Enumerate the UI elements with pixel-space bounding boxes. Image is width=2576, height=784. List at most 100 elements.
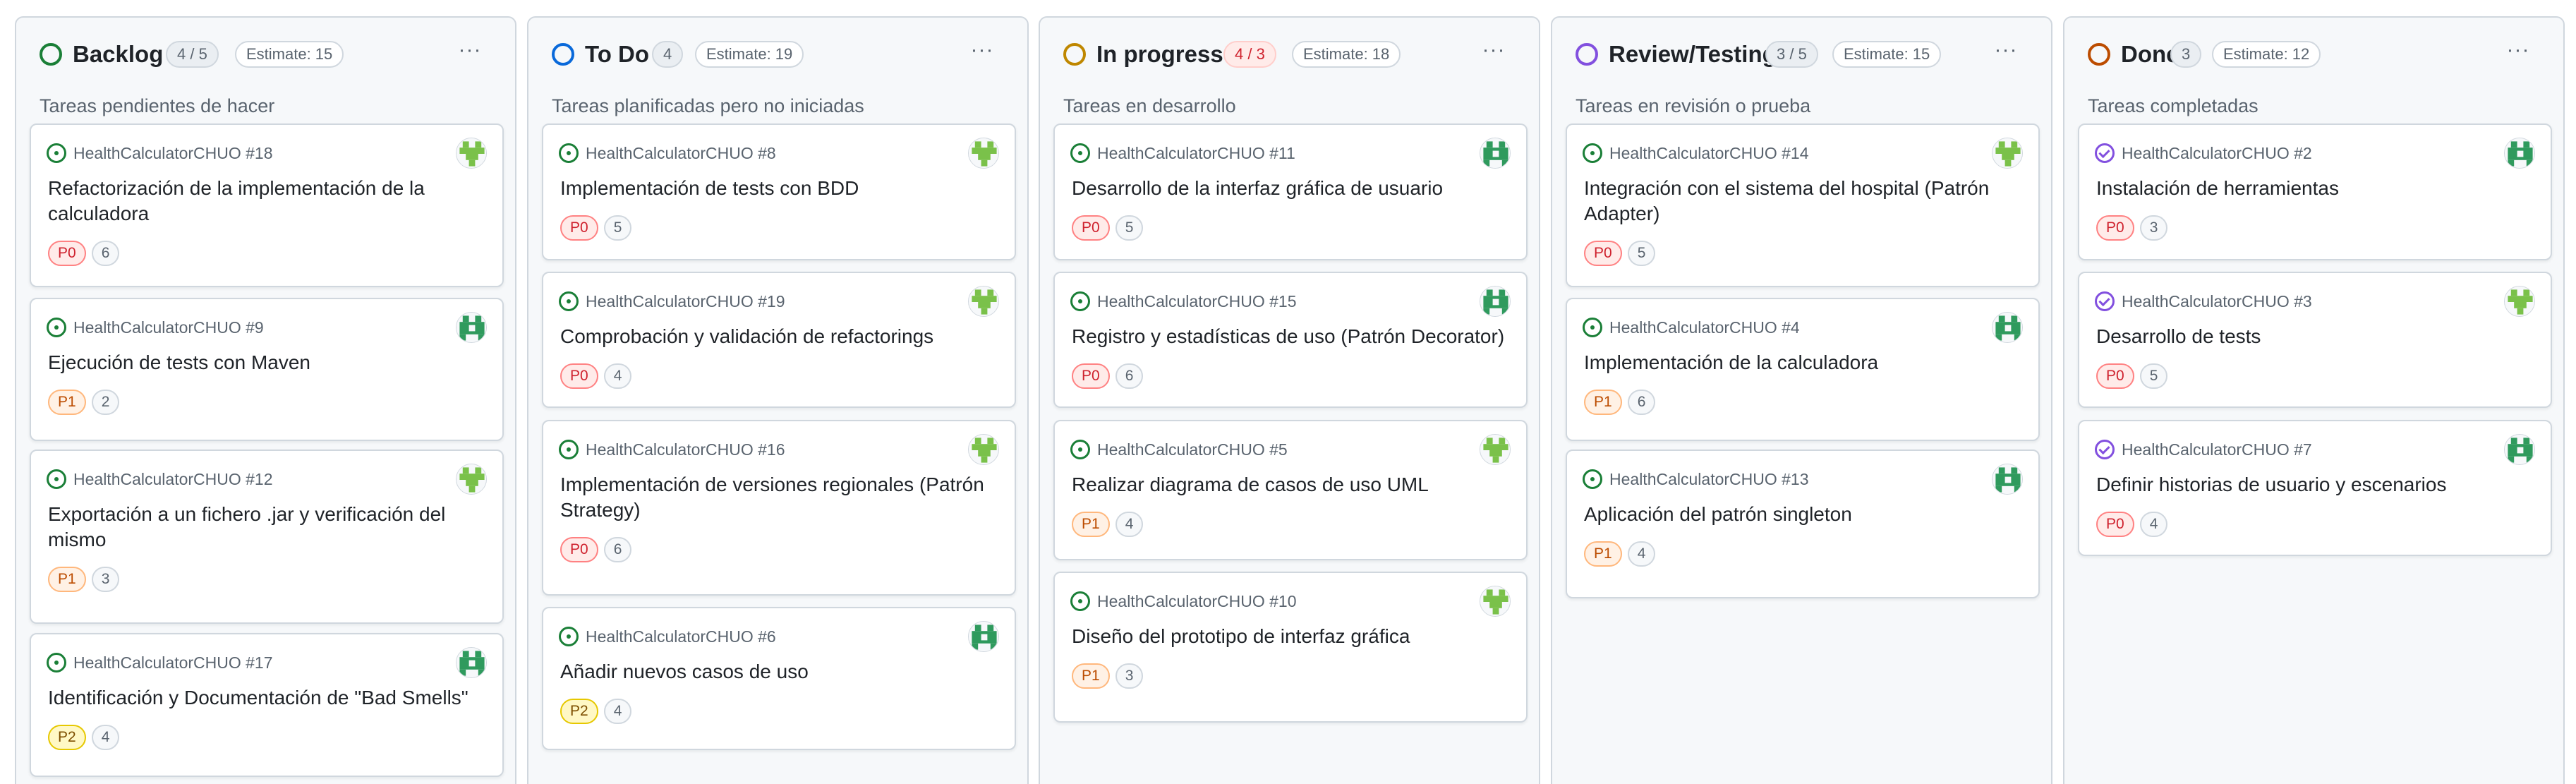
issue-title[interactable]: Desarrollo de la interfaz gráfica de usu… bbox=[1072, 176, 1509, 201]
issue-title[interactable]: Integración con el sistema del hospital … bbox=[1584, 176, 2021, 227]
issue-reference[interactable]: HealthCalculatorCHUO #11 bbox=[1070, 143, 1295, 164]
status-circle-icon bbox=[40, 43, 62, 66]
issue-reference[interactable]: HealthCalculatorCHUO #6 bbox=[559, 626, 776, 647]
priority-label[interactable]: P2 bbox=[560, 699, 598, 724]
priority-label[interactable]: P1 bbox=[1072, 512, 1110, 537]
priority-label[interactable]: P0 bbox=[560, 537, 598, 562]
assignee-avatar[interactable] bbox=[456, 647, 487, 678]
assignee-avatar[interactable] bbox=[1992, 464, 2023, 495]
assignee-avatar[interactable] bbox=[1480, 286, 1511, 317]
issue-reference[interactable]: HealthCalculatorCHUO #14 bbox=[1583, 143, 1809, 164]
issue-title[interactable]: Diseño del prototipo de interfaz gráfica bbox=[1072, 624, 1509, 649]
issue-card[interactable]: HealthCalculatorCHUO #3 Desarrollo de tes… bbox=[2078, 272, 2552, 408]
assignee-avatar[interactable] bbox=[1992, 138, 2023, 169]
issue-card[interactable]: HealthCalculatorCHUO #4 Implementación de… bbox=[1566, 298, 2040, 441]
issue-reference[interactable]: HealthCalculatorCHUO #19 bbox=[559, 291, 785, 312]
priority-label[interactable]: P1 bbox=[48, 567, 86, 592]
priority-label[interactable]: P1 bbox=[1072, 663, 1110, 689]
assignee-avatar[interactable] bbox=[456, 138, 487, 169]
more-horizontal-icon[interactable]: ··· bbox=[453, 40, 487, 63]
assignee-avatar[interactable] bbox=[968, 286, 999, 317]
issue-card[interactable]: HealthCalculatorCHUO #8 Implementación de… bbox=[542, 123, 1016, 260]
issue-title[interactable]: Implementación de versiones regionales (… bbox=[560, 472, 998, 523]
priority-label[interactable]: P0 bbox=[560, 363, 598, 389]
issue-title[interactable]: Ejecución de tests con Maven bbox=[48, 350, 485, 375]
issue-title[interactable]: Aplicación del patrón singleton bbox=[1584, 502, 2021, 527]
issue-title[interactable]: Realizar diagrama de casos de uso UML bbox=[1072, 472, 1509, 497]
issue-card[interactable]: HealthCalculatorCHUO #5 Realizar diagrama… bbox=[1053, 420, 1528, 560]
issue-title[interactable]: Refactorización de la implementación de … bbox=[48, 176, 485, 227]
assignee-avatar[interactable] bbox=[456, 312, 487, 343]
issue-card[interactable]: HealthCalculatorCHUO #15 Registro y estad… bbox=[1053, 272, 1528, 408]
more-horizontal-icon[interactable]: ··· bbox=[1989, 40, 2023, 63]
issue-title[interactable]: Comprobación y validación de refactoring… bbox=[560, 324, 998, 349]
issue-title[interactable]: Añadir nuevos casos de uso bbox=[560, 659, 998, 685]
issue-card[interactable]: HealthCalculatorCHUO #10 Diseño del proto… bbox=[1053, 572, 1528, 723]
issue-reference[interactable]: HealthCalculatorCHUO #15 bbox=[1070, 291, 1297, 312]
priority-label[interactable]: P0 bbox=[2096, 512, 2134, 537]
issue-reference[interactable]: HealthCalculatorCHUO #17 bbox=[47, 652, 273, 673]
assignee-avatar[interactable] bbox=[1480, 586, 1511, 617]
issue-reference[interactable]: HealthCalculatorCHUO #3 bbox=[2095, 291, 2312, 312]
priority-label[interactable]: P0 bbox=[2096, 363, 2134, 389]
priority-label[interactable]: P0 bbox=[560, 215, 598, 241]
issue-reference[interactable]: HealthCalculatorCHUO #2 bbox=[2095, 143, 2312, 164]
issue-title[interactable]: Definir historias de usuario y escenario… bbox=[2096, 472, 2534, 497]
issue-title[interactable]: Implementación de la calculadora bbox=[1584, 350, 2021, 375]
issue-card[interactable]: HealthCalculatorCHUO #18 Refactorización … bbox=[30, 123, 504, 287]
issue-reference[interactable]: HealthCalculatorCHUO #8 bbox=[559, 143, 776, 164]
issue-title[interactable]: Registro y estadísticas de uso (Patrón D… bbox=[1072, 324, 1509, 349]
issue-reference[interactable]: HealthCalculatorCHUO #13 bbox=[1583, 469, 1809, 490]
issue-card[interactable]: HealthCalculatorCHUO #6 Añadir nuevos cas… bbox=[542, 607, 1016, 750]
issue-card[interactable]: HealthCalculatorCHUO #9 Ejecución de test… bbox=[30, 298, 504, 441]
issue-card[interactable]: HealthCalculatorCHUO #13 Aplicación del p… bbox=[1566, 450, 2040, 598]
priority-label[interactable]: P0 bbox=[2096, 215, 2134, 241]
assignee-avatar[interactable] bbox=[968, 138, 999, 169]
issue-title[interactable]: Implementación de tests con BDD bbox=[560, 176, 998, 201]
priority-label[interactable]: P1 bbox=[48, 390, 86, 415]
issue-title[interactable]: Desarrollo de tests bbox=[2096, 324, 2534, 349]
estimate-label: 4 bbox=[1627, 541, 1656, 567]
issue-reference[interactable]: HealthCalculatorCHUO #12 bbox=[47, 469, 273, 490]
item-count-badge: 3 bbox=[2170, 41, 2202, 68]
priority-label[interactable]: P1 bbox=[1584, 541, 1622, 567]
assignee-avatar[interactable] bbox=[456, 464, 487, 495]
issue-card[interactable]: HealthCalculatorCHUO #11 Desarrollo de la… bbox=[1053, 123, 1528, 260]
priority-label[interactable]: P0 bbox=[1072, 215, 1110, 241]
assignee-avatar[interactable] bbox=[2504, 286, 2535, 317]
issue-card[interactable]: HealthCalculatorCHUO #16 Implementación d… bbox=[542, 420, 1016, 596]
issue-reference[interactable]: HealthCalculatorCHUO #9 bbox=[47, 317, 264, 338]
issue-reference[interactable]: HealthCalculatorCHUO #5 bbox=[1070, 439, 1288, 460]
issue-reference[interactable]: HealthCalculatorCHUO #16 bbox=[559, 439, 785, 460]
assignee-avatar[interactable] bbox=[2504, 434, 2535, 465]
issue-reference[interactable]: HealthCalculatorCHUO #10 bbox=[1070, 591, 1297, 612]
priority-label[interactable]: P1 bbox=[1584, 390, 1622, 415]
issue-title[interactable]: Instalación de herramientas bbox=[2096, 176, 2534, 201]
more-horizontal-icon[interactable]: ··· bbox=[1477, 40, 1511, 63]
issue-open-icon bbox=[1070, 291, 1090, 311]
issue-reference[interactable]: HealthCalculatorCHUO #7 bbox=[2095, 439, 2312, 460]
issue-title[interactable]: Exportación a un fichero .jar y verifica… bbox=[48, 502, 485, 553]
assignee-avatar[interactable] bbox=[2504, 138, 2535, 169]
more-horizontal-icon[interactable]: ··· bbox=[2501, 40, 2535, 63]
issue-closed-icon bbox=[2095, 291, 2115, 311]
priority-label[interactable]: P0 bbox=[48, 241, 86, 266]
issue-card[interactable]: HealthCalculatorCHUO #2 Instalación de he… bbox=[2078, 123, 2552, 260]
assignee-avatar[interactable] bbox=[968, 621, 999, 652]
assignee-avatar[interactable] bbox=[968, 434, 999, 465]
issue-card[interactable]: HealthCalculatorCHUO #19 Comprobación y v… bbox=[542, 272, 1016, 408]
priority-label[interactable]: P2 bbox=[48, 725, 86, 750]
issue-reference[interactable]: HealthCalculatorCHUO #4 bbox=[1583, 317, 1800, 338]
issue-card[interactable]: HealthCalculatorCHUO #14 Integración con … bbox=[1566, 123, 2040, 287]
assignee-avatar[interactable] bbox=[1992, 312, 2023, 343]
more-horizontal-icon[interactable]: ··· bbox=[965, 40, 999, 63]
priority-label[interactable]: P0 bbox=[1584, 241, 1622, 266]
issue-card[interactable]: HealthCalculatorCHUO #12 Exportación a un… bbox=[30, 450, 504, 624]
priority-label[interactable]: P0 bbox=[1072, 363, 1110, 389]
issue-reference[interactable]: HealthCalculatorCHUO #18 bbox=[47, 143, 273, 164]
assignee-avatar[interactable] bbox=[1480, 434, 1511, 465]
assignee-avatar[interactable] bbox=[1480, 138, 1511, 169]
issue-title[interactable]: Identificación y Documentación de "Bad S… bbox=[48, 685, 485, 711]
issue-card[interactable]: HealthCalculatorCHUO #7 Definir historias… bbox=[2078, 420, 2552, 556]
issue-card[interactable]: HealthCalculatorCHUO #17 Identificación y… bbox=[30, 633, 504, 777]
